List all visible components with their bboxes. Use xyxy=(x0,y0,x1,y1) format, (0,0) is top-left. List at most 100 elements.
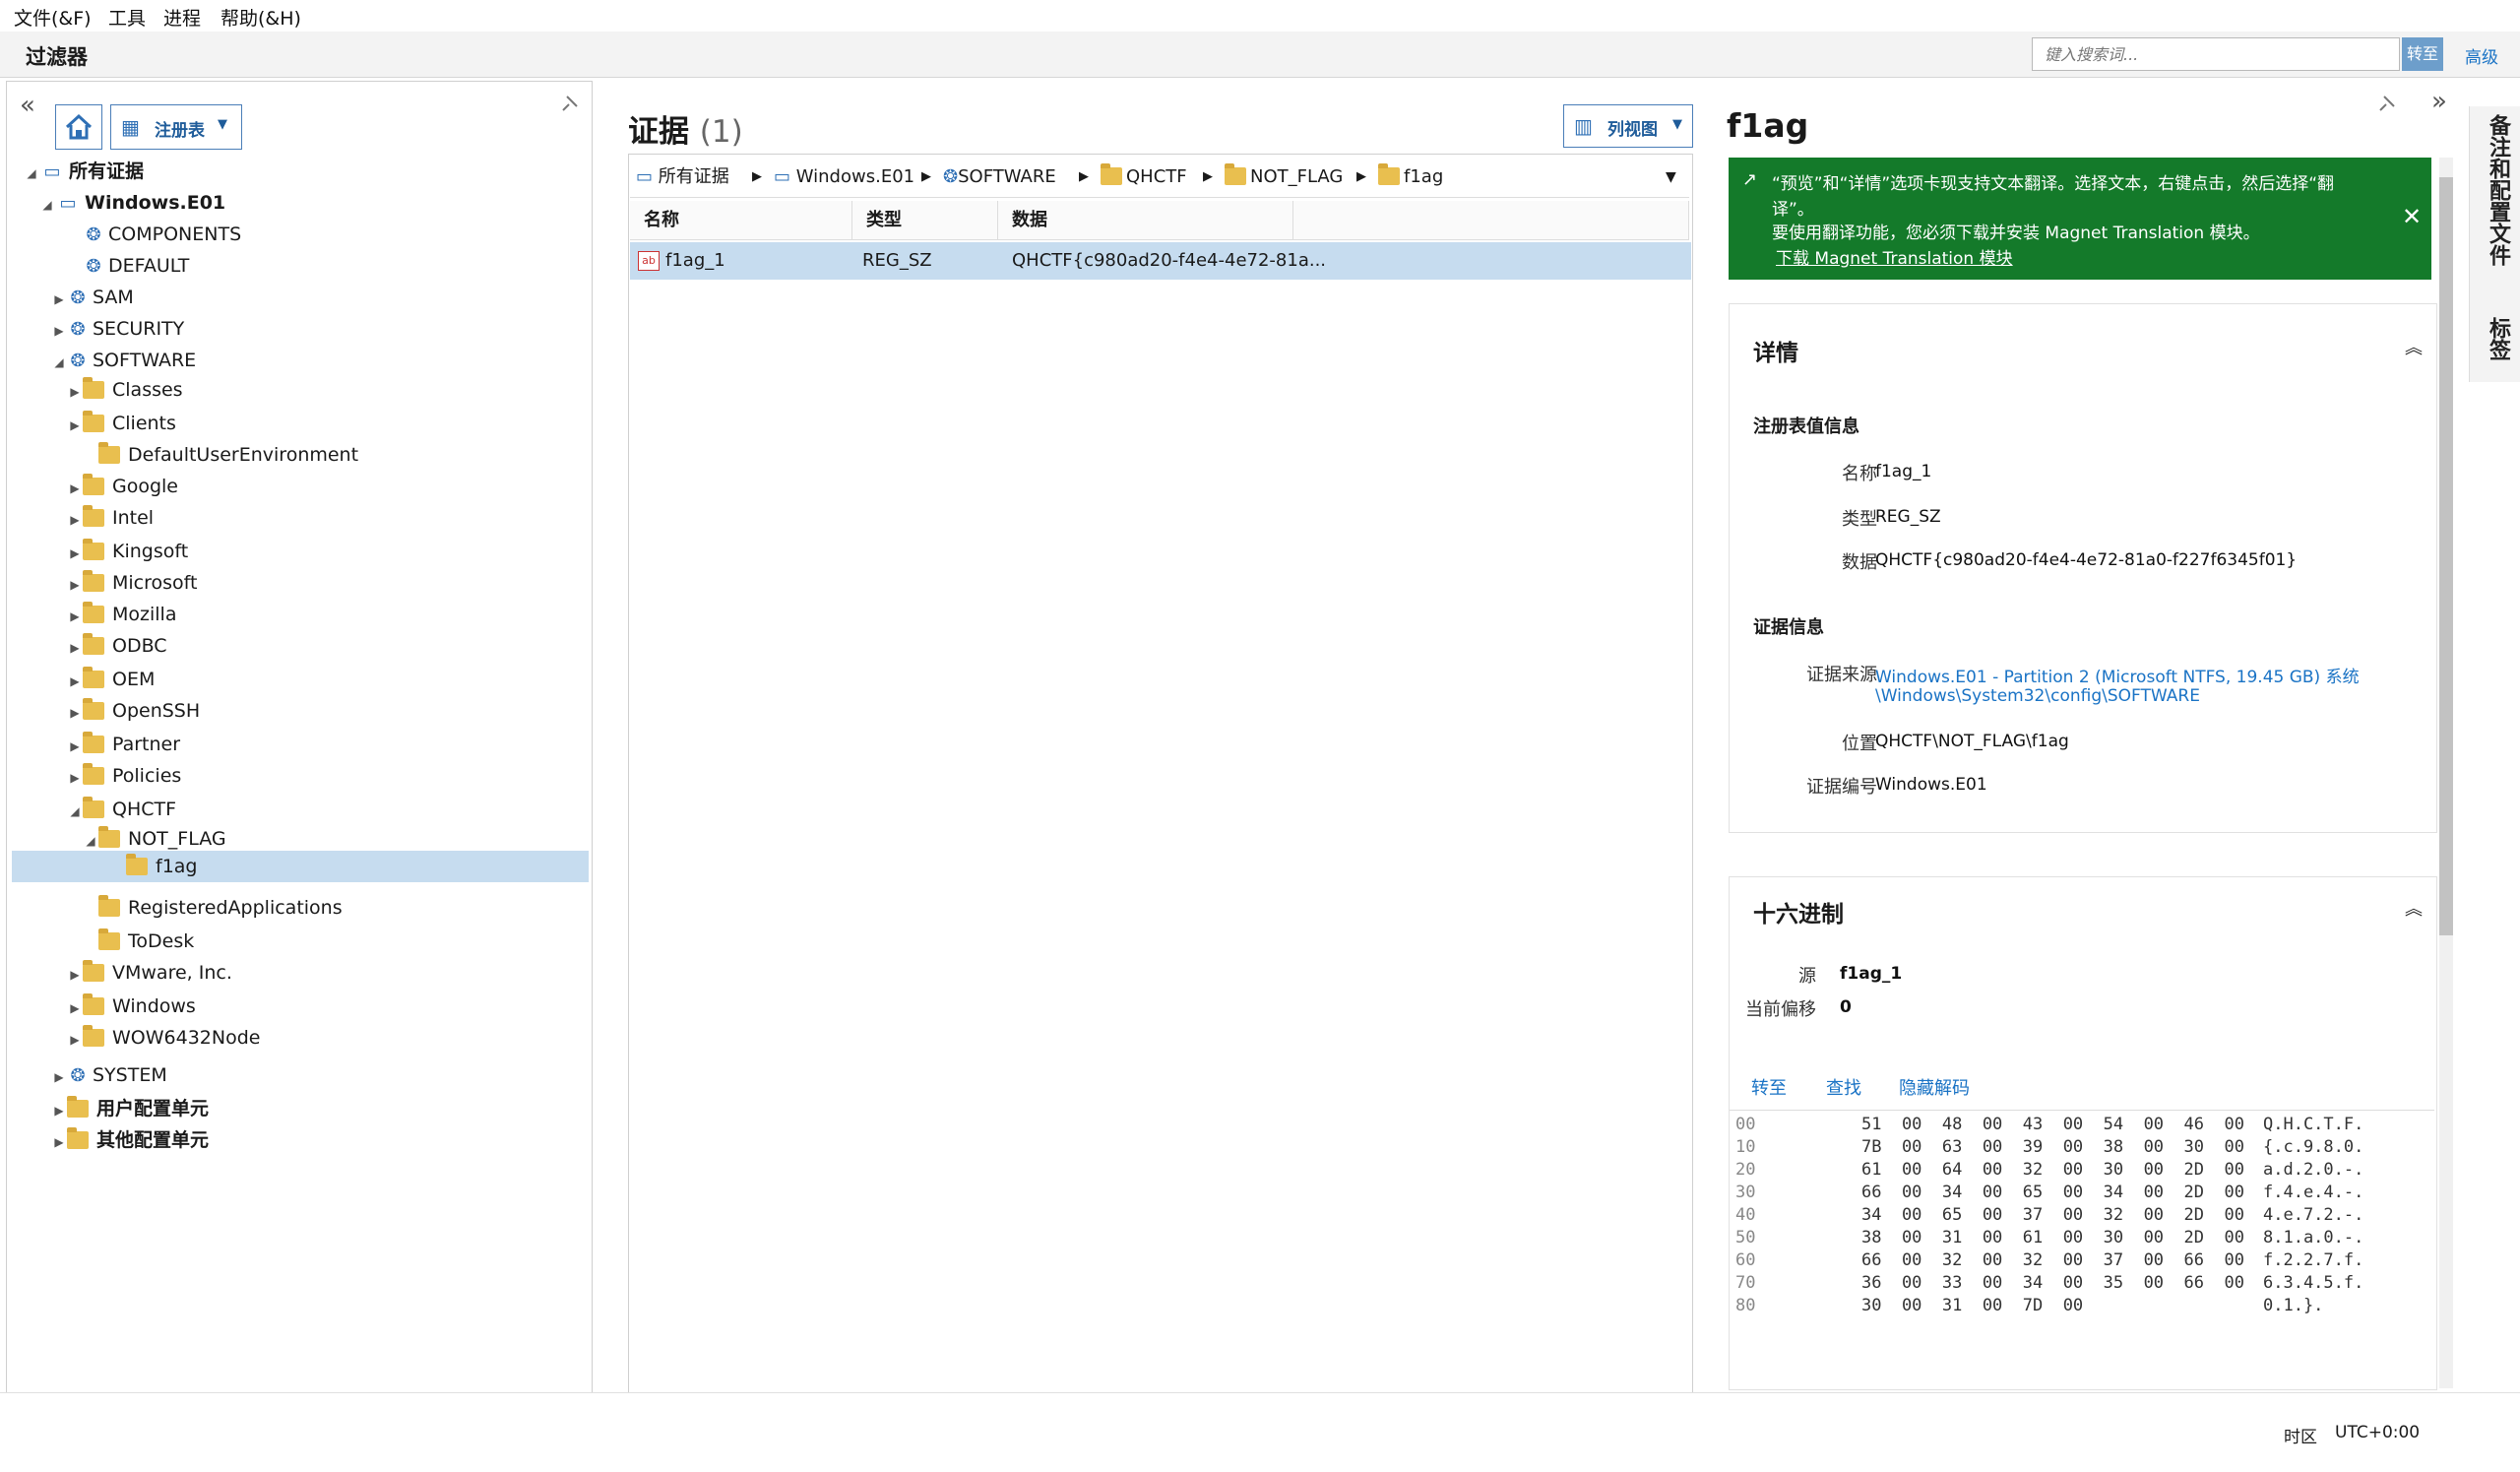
expand-toggle-icon[interactable]: ▶ xyxy=(67,569,83,601)
tree-item[interactable]: ▶ ❂ SAM xyxy=(12,282,589,313)
menu-process[interactable]: 进程 xyxy=(163,4,201,31)
source-value-line2[interactable]: \Windows\System32\config\SOFTWARE xyxy=(1875,686,2200,706)
collapse-section-icon[interactable]: ︽ xyxy=(2405,895,2423,921)
expand-toggle-icon[interactable]: ◢ xyxy=(24,158,39,189)
expand-toggle-icon[interactable]: ▶ xyxy=(67,538,83,569)
menu-file[interactable]: 文件(&F) xyxy=(14,4,92,31)
registry-button[interactable]: ▦ 注册表 ▼ xyxy=(110,104,242,150)
tree-item[interactable]: ▶ WOW6432Node xyxy=(12,1022,589,1054)
table-row[interactable]: ab f1ag_1 REG_SZ QHCTF{c980ad20-f4e4-4e7… xyxy=(630,242,1691,280)
expand-toggle-icon[interactable]: ▶ xyxy=(67,410,83,441)
tree-item[interactable]: f1ag xyxy=(12,851,589,882)
tree-item[interactable]: ▶ VMware, Inc. xyxy=(12,957,589,989)
detail-scroll-thumb[interactable] xyxy=(2439,177,2453,935)
hex-find-link[interactable]: 查找 xyxy=(1826,1074,1861,1100)
folder-icon xyxy=(83,797,104,818)
download-translation-link[interactable]: 下载 Magnet Translation 模块 xyxy=(1776,244,2013,269)
tree-item[interactable]: ▶ Policies xyxy=(12,760,589,792)
tree-item[interactable]: ▶ 其他配置单元 xyxy=(12,1124,589,1156)
column-header-name[interactable]: 名称 xyxy=(630,201,852,240)
pin-right-icon[interactable] xyxy=(2376,93,2398,114)
tree-item[interactable]: ▶ ❂ SECURITY xyxy=(12,313,589,345)
expand-toggle-icon[interactable]: ▶ xyxy=(51,1095,67,1126)
tree-item-label: f1ag xyxy=(156,856,198,877)
folder-icon xyxy=(83,602,104,623)
banner-line1: “预览”和“详情”选项卡现支持文本翻译。选择文本，右键点击，然后选择“翻 xyxy=(1772,174,2335,194)
tree-item[interactable]: ▶ OEM xyxy=(12,664,589,695)
search-field[interactable] xyxy=(2032,37,2400,71)
breadcrumb-f1ag[interactable]: f1ag xyxy=(1378,163,1443,191)
column-header-data[interactable]: 数据 xyxy=(998,201,1293,240)
breadcrumb-not-flag[interactable]: NOT_FLAG xyxy=(1225,163,1343,191)
expand-toggle-icon[interactable]: ▶ xyxy=(67,731,83,762)
hex-offset: 50 xyxy=(1735,1228,1756,1248)
tree-item[interactable]: ▶ Partner xyxy=(12,729,589,760)
tree-item[interactable]: DefaultUserEnvironment xyxy=(12,439,589,471)
collapse-section-icon[interactable]: ︽ xyxy=(2405,334,2423,359)
expand-toggle-icon[interactable]: ▶ xyxy=(67,601,83,632)
expand-toggle-icon[interactable]: ▶ xyxy=(67,666,83,697)
tree-item[interactable]: ◢ QHCTF xyxy=(12,794,589,825)
expand-toggle-icon[interactable]: ▶ xyxy=(51,284,67,315)
hex-goto-link[interactable]: 转至 xyxy=(1751,1074,1787,1100)
collapse-right-icon[interactable]: » xyxy=(2431,87,2447,116)
breadcrumb-dropdown-icon[interactable]: ▼ xyxy=(1666,163,1676,191)
tree-item[interactable]: ▶ Clients xyxy=(12,408,589,439)
evidence-number-key: 证据编号 xyxy=(1806,777,1877,798)
expand-toggle-icon[interactable]: ▶ xyxy=(67,992,83,1024)
advanced-link[interactable]: 高级 xyxy=(2465,43,2498,68)
hide-decode-link[interactable]: 隐藏解码 xyxy=(1899,1074,1970,1100)
expand-toggle-icon[interactable]: ▶ xyxy=(67,959,83,991)
tree-item[interactable]: ▶ Windows xyxy=(12,991,589,1022)
folder-icon xyxy=(83,411,104,432)
tree-item[interactable]: ▶ Microsoft xyxy=(12,567,589,599)
expand-toggle-icon[interactable]: ▶ xyxy=(67,504,83,536)
chevron-down-icon: ▼ xyxy=(1672,117,1682,132)
expand-toggle-icon[interactable]: ▶ xyxy=(67,632,83,664)
notes-profile-tab[interactable]: 备注和配置文件 标签 xyxy=(2469,106,2520,382)
tree-item[interactable]: ▶ Classes xyxy=(12,374,589,406)
breadcrumb-windows-e01[interactable]: ▭ Windows.E01 xyxy=(774,163,914,191)
tree-item[interactable]: ◢ ▭ 所有证据 xyxy=(12,156,589,187)
tree-item[interactable]: ▶ Kingsoft xyxy=(12,536,589,567)
tree-item[interactable]: ▶ OpenSSH xyxy=(12,695,589,727)
breadcrumb-qhctf[interactable]: QHCTF xyxy=(1101,163,1187,191)
menu-tools[interactable]: 工具 xyxy=(108,4,146,31)
tree-item[interactable]: ▶ 用户配置单元 xyxy=(12,1093,589,1124)
tree-item[interactable]: ❂ DEFAULT xyxy=(12,250,589,282)
column-header-type[interactable]: 类型 xyxy=(852,201,998,240)
expand-toggle-icon[interactable]: ▶ xyxy=(51,315,67,347)
tree-item[interactable]: ▶ ODBC xyxy=(12,630,589,662)
tree-item-label: Kingsoft xyxy=(112,541,189,562)
expand-toggle-icon[interactable]: ▶ xyxy=(67,762,83,794)
pin-left-icon[interactable] xyxy=(559,93,581,114)
translate-icon: ↗ xyxy=(1742,169,1758,190)
tree-item[interactable]: RegisteredApplications xyxy=(12,892,589,924)
breadcrumb-software[interactable]: ❂SOFTWARE xyxy=(943,163,1056,191)
tree-item[interactable]: ❂ COMPONENTS xyxy=(12,219,589,250)
collapse-left-icon[interactable]: « xyxy=(20,91,35,120)
expand-toggle-icon[interactable]: ▶ xyxy=(67,697,83,729)
goto-button[interactable]: 转至 xyxy=(2402,37,2443,71)
menu-help[interactable]: 帮助(&H) xyxy=(220,4,301,31)
tree-item[interactable]: ▶ Google xyxy=(12,471,589,502)
expand-toggle-icon[interactable]: ▶ xyxy=(67,473,83,504)
tree-item[interactable]: ▶ Intel xyxy=(12,502,589,534)
close-icon[interactable]: ✕ xyxy=(2402,203,2422,230)
breadcrumb-all-evidence[interactable]: ▭ 所有证据 xyxy=(636,163,729,191)
expand-toggle-icon[interactable]: ▶ xyxy=(51,1061,67,1093)
tree-item[interactable]: ◢ ❂ SOFTWARE xyxy=(12,345,589,376)
expand-toggle-icon[interactable]: ▶ xyxy=(51,1126,67,1158)
expand-toggle-icon[interactable]: ▶ xyxy=(67,1024,83,1056)
expand-toggle-icon[interactable]: ◢ xyxy=(39,189,55,221)
view-mode-button[interactable]: ▥ 列视图 ▼ xyxy=(1563,104,1693,148)
tree-item[interactable]: ▶ Mozilla xyxy=(12,599,589,630)
tree-item[interactable]: ▶ ❂ SYSTEM xyxy=(12,1059,589,1091)
hex-view[interactable]: 00 51 00 48 00 43 00 54 00 46 00 Q.H.C.T.F… xyxy=(1735,1114,2425,1370)
source-value-line1[interactable]: Windows.E01 - Partition 2 (Microsoft NTF… xyxy=(1875,663,2360,687)
expand-toggle-icon[interactable]: ▶ xyxy=(67,376,83,408)
home-button[interactable] xyxy=(55,104,102,150)
search-input[interactable] xyxy=(2033,38,2399,70)
tree-item[interactable]: ToDesk xyxy=(12,926,589,957)
tree-item[interactable]: ◢ ▭ Windows.E01 xyxy=(12,187,589,219)
